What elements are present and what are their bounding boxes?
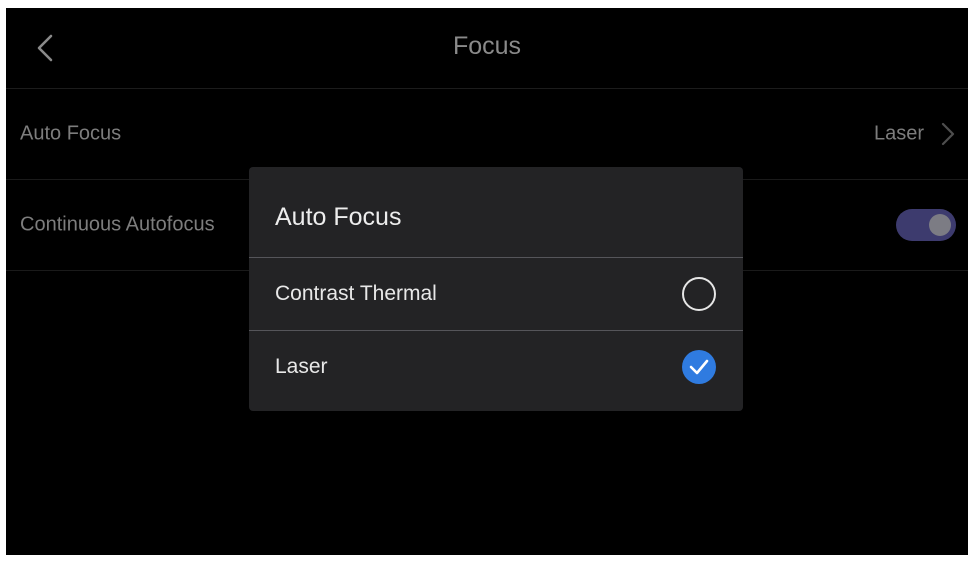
option-label: Contrast Thermal <box>275 282 437 305</box>
checkmark-icon <box>689 359 709 375</box>
continuous-autofocus-label: Continuous Autofocus <box>20 213 215 236</box>
auto-focus-value: Laser <box>873 122 924 145</box>
auto-focus-dialog: Auto Focus Contrast Thermal Laser <box>249 167 743 411</box>
top-bar: Focus <box>6 8 968 89</box>
option-label: Laser <box>275 355 328 378</box>
radio-checked-icon[interactable] <box>682 350 716 384</box>
option-laser[interactable]: Laser <box>249 331 743 403</box>
continuous-autofocus-toggle[interactable] <box>896 209 956 241</box>
chevron-right-icon <box>941 122 955 146</box>
auto-focus-label: Auto Focus <box>20 122 122 145</box>
dialog-title: Auto Focus <box>275 203 402 231</box>
focus-settings-screen: Focus Auto Focus Laser Continuous Autofo… <box>6 8 968 555</box>
radio-unchecked-icon[interactable] <box>682 277 716 311</box>
toggle-knob <box>929 214 951 236</box>
option-contrast-thermal[interactable]: Contrast Thermal <box>249 258 743 330</box>
page-title: Focus <box>452 32 522 60</box>
